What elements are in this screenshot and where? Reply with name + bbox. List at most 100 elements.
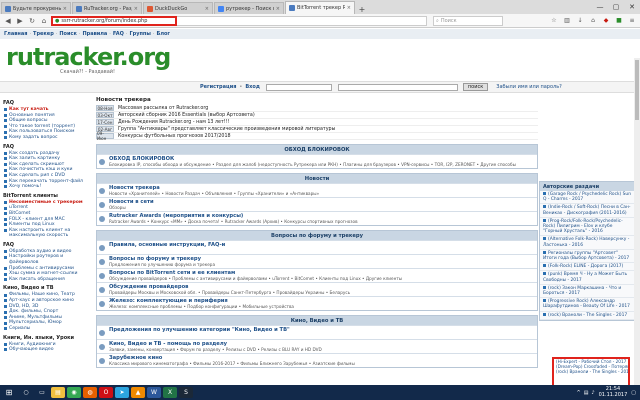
release-link[interactable]: (Prog-Rock/Folk-Rock/Psychedelic-Rock) П… [540,218,636,237]
sidebar-link[interactable]: Сериалы [3,326,89,332]
firefox-icon[interactable]: ◍ [83,387,97,398]
file-explorer-icon[interactable]: ▤ [51,387,65,398]
steam-icon[interactable]: S [179,387,193,398]
tray-arrow-icon[interactable]: ^ [576,390,580,396]
clock[interactable]: 21:54 01.11.2017 [599,386,628,398]
tab-close-icon[interactable]: × [61,6,67,12]
subforum-links[interactable]: Обсуждение провайдеров • Проблемы с анти… [109,276,535,281]
network-icon[interactable]: ▤ [584,390,589,396]
browser-tab[interactable]: DuckDuckGo × [143,2,213,14]
subforum-links[interactable]: Новости «Хранителей» • Новости Раздач • … [109,191,535,196]
release-link[interactable]: (Alternative Folk-Rock) Наверсунку - Лас… [540,236,636,250]
release-link[interactable]: (Progressive Rock) Александр Шарафутдино… [540,298,636,312]
category-title[interactable]: Кино, Видео и ТВ [97,316,537,325]
sidebar-link[interactable]: Настройки роутеров и файерволов [3,254,89,265]
menu-icon[interactable]: ≡ [627,16,637,26]
subforum-links[interactable]: Обзоры [109,205,535,210]
topnav-link[interactable]: FAQ [113,31,124,37]
browser-search-input[interactable]: ⌕ Поиск [433,15,503,26]
subforum-links[interactable]: Заявки, замены, конвертация • Форум по р… [109,347,535,352]
login-input[interactable] [265,83,332,91]
maximize-button[interactable]: ▢ [608,0,624,14]
subforum-links[interactable]: Железо: комплексные проблемы • Подбор ко… [109,304,535,309]
topnav-link[interactable]: Поиск [59,31,76,37]
subforum-links[interactable]: Rutracker Awards • Конкурс «ММ» • Доска … [109,219,535,224]
login-link[interactable]: Вход [245,84,260,90]
news-link[interactable]: День Рождения Rutracker.org - нам 13 лет… [118,120,230,125]
excel-icon[interactable]: X [163,387,177,398]
forward-icon[interactable]: ▶ [15,16,25,26]
tab-close-icon[interactable]: × [345,5,351,11]
subforum-links[interactable]: Провайдеры Москвы и Московской обл. • Пр… [109,290,535,295]
category-title[interactable]: ОБХОД БЛОКИРОВОК [97,145,537,154]
bullet-icon [543,264,546,268]
release-link[interactable]: (rock) Закон Маркашина - Что и Бороться … [540,285,636,299]
windows-start-icon[interactable]: ⊞ [0,385,18,400]
release-link[interactable]: (rock) Враноли - The Singles - 2017 [540,312,636,320]
browser-tab[interactable]: Будьте прокурены - RuTracker× [1,2,71,14]
tab-close-icon[interactable]: × [203,6,209,12]
sidebar-link[interactable]: Обучающее видео [3,347,89,353]
news-link[interactable]: Авторский сборник 2016 Essentials (выбор… [118,113,255,118]
sidebar-link[interactable]: Кому задать вопрос [3,135,89,141]
topnav-link[interactable]: Блог [157,31,171,37]
home-toolbar-icon[interactable]: ⌂ [588,16,598,26]
shield-icon[interactable]: ◆ [601,16,611,26]
release-link[interactable]: Регионалы группы "Артсовет" Итоги года (… [540,250,636,264]
scrollbar-thumb[interactable] [635,60,639,120]
news-link[interactable]: Группа "Антиквары" представляет классиче… [118,127,335,132]
topnav-link[interactable]: Трекер [33,31,54,37]
topnav-link[interactable]: Главная [4,31,27,37]
release-link[interactable]: (Indie-Rock / Soft-Rock) Песни в Сан-Вен… [540,204,636,218]
extension-icon[interactable]: ■ [614,16,624,26]
chrome-icon[interactable]: ◉ [67,387,81,398]
forgot-password-link[interactable]: Забыли имя или пароль? [496,84,562,90]
browser-tab[interactable]: BitTorrent трекер RuTracker× [285,1,355,14]
category-title[interactable]: Новости [97,174,537,183]
subforum-links[interactable]: Классика мирового кинематографа • Фильмы… [109,361,535,366]
subforum-links[interactable]: Блокировка IP, способы обхода и обсужден… [109,162,535,167]
back-icon[interactable]: ◀ [3,16,13,26]
download-icon[interactable]: ↓ [575,16,585,26]
word-icon[interactable]: W [147,387,161,398]
browser-tab[interactable]: RuTracker.org - Разделы× [72,2,142,14]
library-icon[interactable]: ▥ [562,16,572,26]
address-bar[interactable]: ● ssrr-rutracker.org/forum/index.php [51,15,177,26]
tab-close-icon[interactable]: × [274,6,280,12]
news-link[interactable]: Массовая рассылка от Rutracker.org [118,106,208,111]
site-search-input[interactable] [337,83,458,91]
page-scrollbar[interactable] [634,58,640,385]
release-link[interactable]: (Folk-Rock) ELINE - Дорога (2017) [540,263,636,272]
new-tab-button[interactable]: + [357,4,367,14]
release-link[interactable]: (punk) Время Ч - Ну а Может Быть Свободн… [540,271,636,285]
forum-name-link[interactable]: Предложения по улучшению категории "Кино… [109,327,535,333]
action-center-icon[interactable]: ▢ [631,390,636,396]
telegram-icon[interactable]: ➤ [115,387,129,398]
browser-tab[interactable]: рутрекер - Поиск в Google× [214,2,284,14]
bookmark-star-icon[interactable]: ☆ [549,16,559,26]
register-link[interactable]: Регистрация [200,84,236,90]
subforum-links[interactable]: Предложения по улучшению форума и трекер… [109,262,535,267]
news-link[interactable]: Конкурсы футбольных прогнозов 2017/2018 [118,134,231,139]
site-logo[interactable]: rutracker.org [6,43,171,71]
close-window-button[interactable]: ✕ [624,0,640,14]
forum-name-link[interactable]: Правила, основные инструкции, FAQ-и [109,242,535,248]
topnav-link[interactable]: Правила [82,31,107,37]
minimize-button[interactable]: — [592,0,608,14]
topnav-link[interactable]: Группы [129,31,150,37]
opera-icon[interactable]: O [99,387,113,398]
category-title[interactable]: Вопросы по форуму и трекеру [97,231,537,240]
sidebar-link[interactable]: Как настроить клиент на максимальную ско… [3,228,89,239]
release-link[interactable]: (Garage Rock / Psychedelic Rock) Sun Q -… [540,191,636,205]
sidebar-link[interactable]: Как писать обращения [3,277,89,283]
tab-close-icon[interactable]: × [132,6,138,12]
search-taskbar-icon[interactable]: ○ [19,387,33,398]
reload-icon[interactable]: ↻ [27,16,37,26]
address-bar-space[interactable] [177,15,427,26]
task-view-icon[interactable]: ▭ [35,387,49,398]
site-search-button[interactable]: поиск [462,83,489,91]
vlc-icon[interactable]: ▲ [131,387,145,398]
volume-icon[interactable]: ♪ [591,390,594,396]
home-icon[interactable]: ⌂ [39,16,49,26]
sidebar-link[interactable]: Хочу помочь! [3,184,89,190]
